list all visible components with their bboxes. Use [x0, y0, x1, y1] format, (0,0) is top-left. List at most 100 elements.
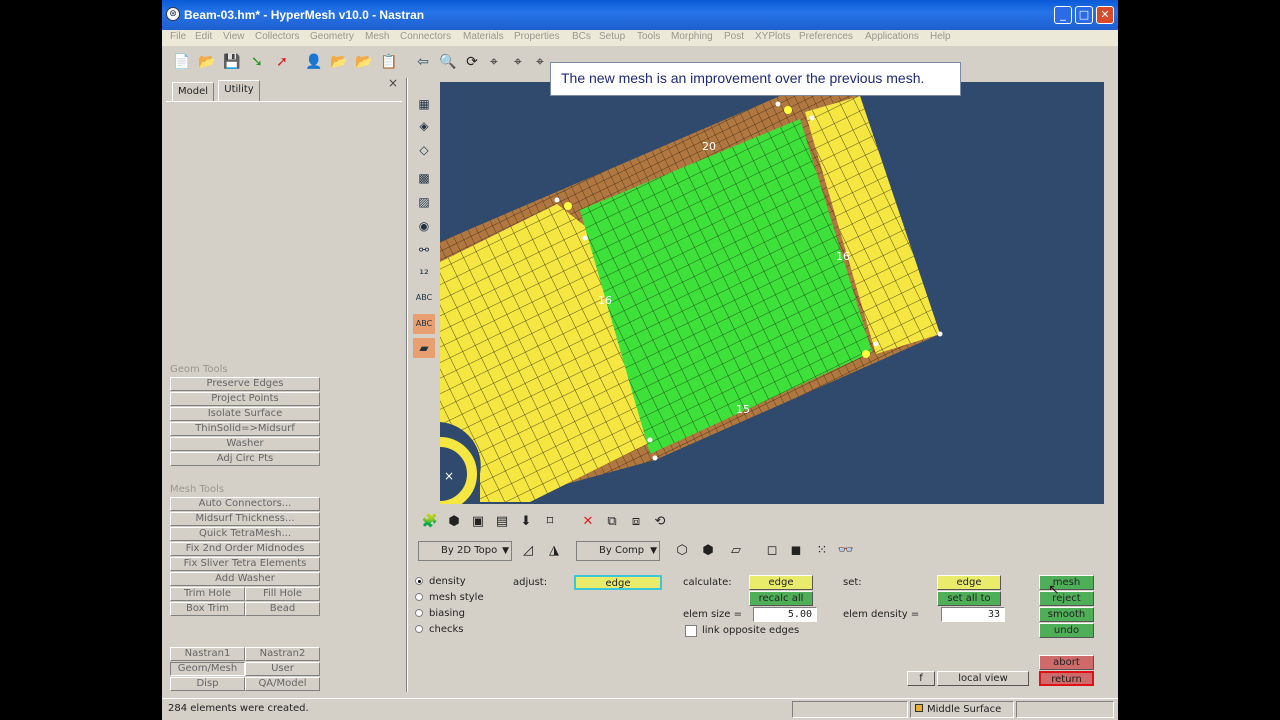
abc-highlight-icon[interactable]: ABC [413, 314, 435, 334]
menu-bcs[interactable]: BCs [572, 31, 591, 42]
preserve-edges-button[interactable]: Preserve Edges [170, 377, 320, 391]
radio-dot[interactable] [415, 609, 423, 617]
radio-biasing[interactable]: biasing [415, 608, 465, 619]
maximize-button[interactable]: □ [1075, 6, 1093, 24]
fix-sliver-tetra-button[interactable]: Fix Sliver Tetra Elements [170, 557, 320, 571]
page-qa-model[interactable]: QA/Model [245, 677, 320, 691]
menu-file[interactable]: File [170, 31, 186, 42]
new-file-icon[interactable]: 📄 [172, 52, 192, 72]
view-zx-icon[interactable]: ⌖ [530, 52, 550, 72]
fill-hole-button[interactable]: Fill Hole [245, 587, 320, 601]
current-component[interactable]: Middle Surface [910, 701, 1014, 718]
calc-edge-button[interactable]: edge [749, 575, 813, 590]
export-arrow-icon[interactable]: ➚ [272, 52, 292, 72]
user-icon[interactable]: 👤 [304, 52, 324, 72]
menu-xyplots[interactable]: XYPlots [755, 31, 791, 42]
trim-hole-button[interactable]: Trim Hole [170, 587, 245, 601]
set-edge-button[interactable]: edge [937, 575, 1001, 590]
topo-shade-icon[interactable]: ◮ [544, 541, 564, 561]
page-geom-mesh[interactable]: Geom/Mesh [170, 662, 245, 676]
elem-size-field[interactable]: 5.00 [753, 607, 817, 622]
run-script-icon[interactable]: 📋 [379, 52, 399, 72]
surface-edit-icon[interactable]: ▰ [413, 338, 435, 358]
system-icon[interactable]: ⌑ [540, 512, 560, 532]
reflect-icon[interactable]: ⟲ [650, 512, 670, 532]
fix-2nd-order-midnodes-button[interactable]: Fix 2nd Order Midnodes [170, 542, 320, 556]
glasses-icon[interactable]: 👓 [836, 541, 856, 561]
thinsolid-midsurf-button[interactable]: ThinSolid=>Midsurf [170, 422, 320, 436]
menu-tools[interactable]: Tools [637, 31, 660, 42]
shaded-icon[interactable]: ◈ [413, 116, 435, 136]
open-folder-icon[interactable]: 📂 [197, 52, 217, 72]
radio-dot[interactable] [415, 625, 423, 633]
binoculars-icon[interactable]: ⚯ [413, 240, 435, 260]
box-trim-button[interactable]: Box Trim [170, 602, 245, 616]
menu-collectors[interactable]: Collectors [255, 31, 299, 42]
radio-dot[interactable] [415, 593, 423, 601]
assembly-icon[interactable]: ▣ [468, 512, 488, 532]
link-opposite-edges-checkbox[interactable] [685, 625, 697, 637]
isolate-surface-button[interactable]: Isolate Surface [170, 407, 320, 421]
radio-dot[interactable] [415, 577, 423, 585]
open-model-icon[interactable]: 📂 [329, 52, 349, 72]
view-xy-icon[interactable]: ⌖ [484, 52, 504, 72]
grid-icon[interactable]: ⁙ [812, 541, 832, 561]
local-view-button[interactable]: local view [937, 671, 1029, 686]
menu-connectors[interactable]: Connectors [400, 31, 451, 42]
elem-density-field[interactable]: 33 [941, 607, 1005, 622]
comp-combo[interactable]: By Comp ▼ [576, 541, 660, 561]
page-nastran1[interactable]: Nastran1 [170, 647, 245, 661]
delete-icon[interactable]: ✕ [578, 512, 598, 532]
recalc-all-button[interactable]: recalc all [749, 591, 813, 606]
panel-splitter[interactable] [406, 78, 408, 692]
wireframe-icon[interactable]: ◇ [413, 140, 435, 160]
mesh-display-icon[interactable]: ▦ [413, 94, 435, 114]
menu-applications[interactable]: Applications [865, 31, 919, 42]
page-user[interactable]: User [245, 662, 320, 676]
open-script-icon[interactable]: 📂 [354, 52, 374, 72]
quick-tetramesh-button[interactable]: Quick TetraMesh... [170, 527, 320, 541]
translate-icon[interactable]: ⧈ [626, 512, 646, 532]
load-collector-icon[interactable]: ⬇ [516, 512, 536, 532]
radio-density[interactable]: density [415, 576, 466, 587]
bead-button[interactable]: Bead [245, 602, 320, 616]
numbers-icon[interactable]: ¹² [413, 264, 435, 284]
zoom-icon[interactable]: 🔍 [438, 52, 458, 72]
back-arrow-icon[interactable]: ⇦ [413, 52, 433, 72]
menu-edit[interactable]: Edit [195, 31, 212, 42]
smooth-button[interactable]: smooth [1039, 607, 1094, 622]
menu-setup[interactable]: Setup [599, 31, 625, 42]
menu-properties[interactable]: Properties [514, 31, 560, 42]
graphics-viewport[interactable]: 20 15 16 16 × [440, 82, 1104, 504]
abort-button[interactable]: abort [1039, 655, 1094, 670]
page-nastran2[interactable]: Nastran2 [245, 647, 320, 661]
adjust-edge-button[interactable]: edge [574, 575, 662, 590]
rotate-icon[interactable]: ⟳ [462, 52, 482, 72]
flat-plate-icon[interactable]: ▱ [726, 541, 746, 561]
menu-mesh[interactable]: Mesh [365, 31, 389, 42]
topo-combo[interactable]: By 2D Topo ▼ [418, 541, 512, 561]
solid-cube-icon[interactable]: ◼ [786, 541, 806, 561]
return-button[interactable]: return [1039, 671, 1094, 686]
transparent-cube-icon[interactable]: ◻ [762, 541, 782, 561]
wire-cube-icon[interactable]: ⬡ [672, 541, 692, 561]
shaded-cube-icon[interactable]: ⬢ [698, 541, 718, 561]
component-icon[interactable]: 🧩 [420, 512, 440, 532]
radio-checks[interactable]: checks [415, 624, 464, 635]
organize-icon[interactable]: ▤ [492, 512, 512, 532]
auto-connectors-button[interactable]: Auto Connectors... [170, 497, 320, 511]
undo-button[interactable]: undo [1039, 623, 1094, 638]
f-button[interactable]: f [907, 671, 935, 686]
adj-circ-pts-button[interactable]: Adj Circ Pts [170, 452, 320, 466]
menu-help[interactable]: Help [930, 31, 951, 42]
add-washer-button[interactable]: Add Washer [170, 572, 320, 586]
menu-materials[interactable]: Materials [463, 31, 504, 42]
menu-geometry[interactable]: Geometry [310, 31, 354, 42]
menu-post[interactable]: Post [724, 31, 744, 42]
tab-model[interactable]: Model [172, 82, 214, 101]
project-points-button[interactable]: Project Points [170, 392, 320, 406]
import-arrow-icon[interactable]: ➘ [247, 52, 267, 72]
element-grid-icon[interactable]: ▩ [413, 168, 435, 188]
radio-mesh-style[interactable]: mesh style [415, 592, 484, 603]
page-disp[interactable]: Disp [170, 677, 245, 691]
